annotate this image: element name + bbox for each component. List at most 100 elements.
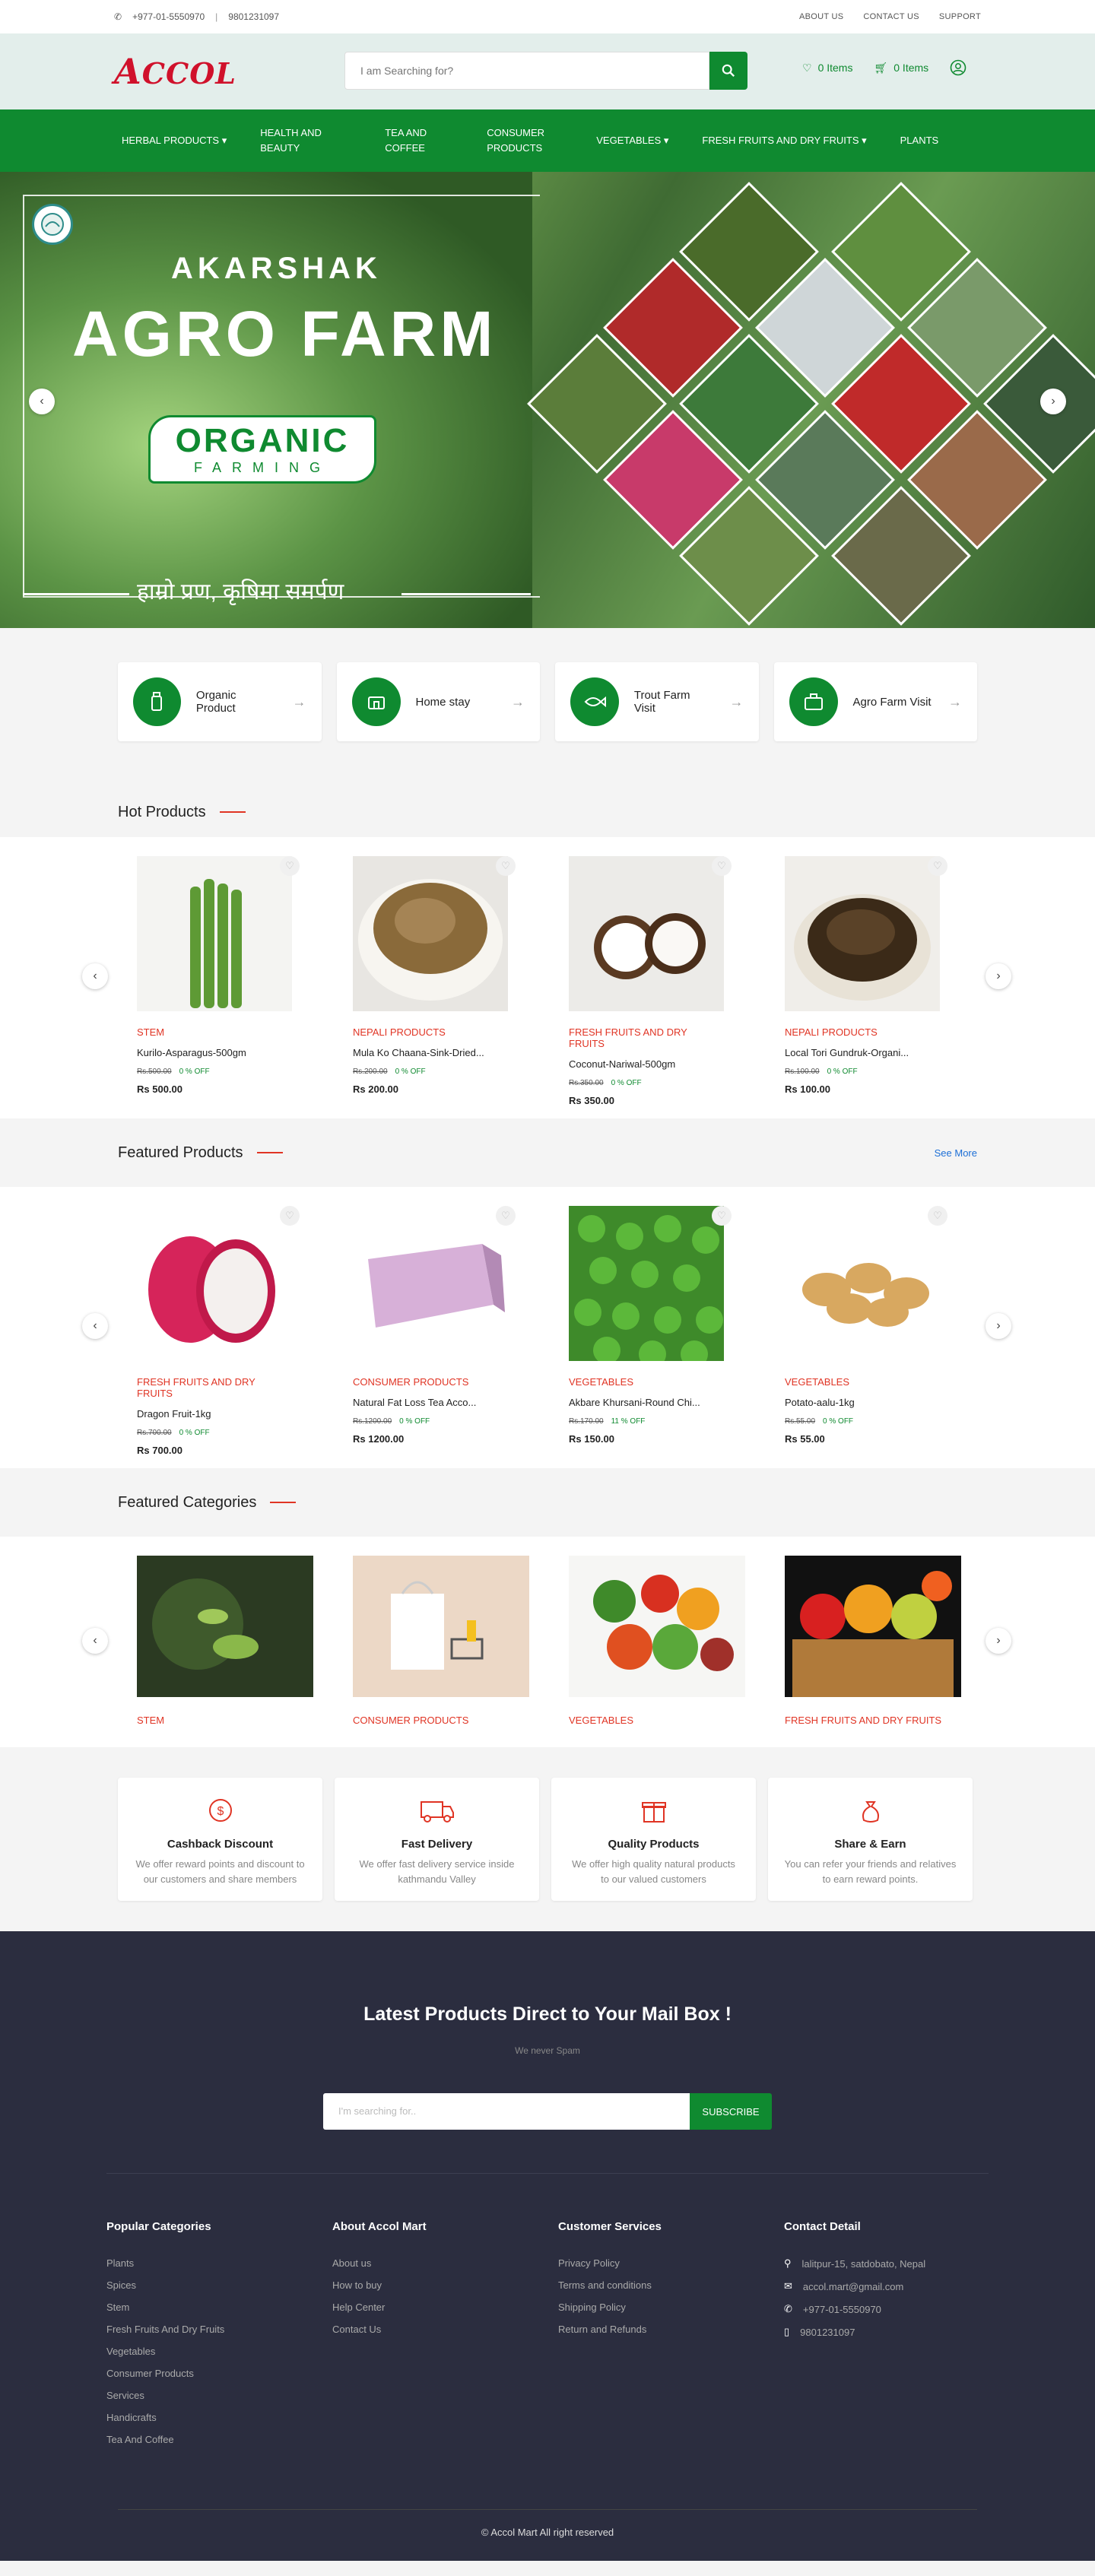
newsletter-input[interactable]: I'm searching for..: [323, 2093, 690, 2130]
category-card[interactable]: STEM: [137, 1556, 313, 1726]
footer-link[interactable]: Return and Refunds: [558, 2324, 784, 2335]
product-image-dragon-fruit[interactable]: ♡: [137, 1206, 300, 1361]
wishlist-heart-icon[interactable]: ♡: [712, 856, 732, 876]
wishlist-heart-icon[interactable]: ♡: [928, 856, 947, 876]
product-card[interactable]: ♡ CONSUMER PRODUCTS Natural Fat Loss Tea…: [353, 1206, 516, 1456]
product-image-mula[interactable]: ♡: [353, 856, 516, 1011]
category-card[interactable]: FRESH FRUITS AND DRY FRUITS: [785, 1556, 961, 1726]
product-name[interactable]: Kurilo-Asparagus-500gm: [137, 1047, 292, 1058]
carousel-prev-button[interactable]: ‹: [82, 963, 108, 989]
carousel-prev-button[interactable]: ‹: [82, 1313, 108, 1339]
footer-link[interactable]: Shipping Policy: [558, 2302, 784, 2313]
footer-link[interactable]: Spices: [106, 2279, 332, 2291]
product-image-gundruk[interactable]: ♡: [785, 856, 947, 1011]
about-us-link[interactable]: ABOUT US: [799, 12, 843, 21]
nav-health-beauty[interactable]: HEALTH AND BEAUTY: [260, 125, 351, 156]
discount: 11 % OFF: [611, 1417, 646, 1426]
product-name[interactable]: Coconut-Nariwal-500gm: [569, 1058, 724, 1070]
footer-link[interactable]: Stem: [106, 2302, 332, 2313]
product-image-asparagus[interactable]: ♡: [137, 856, 300, 1011]
nav-vegetables[interactable]: VEGETABLES ▾: [596, 133, 668, 148]
footer-link[interactable]: Fresh Fruits And Dry Fruits: [106, 2324, 332, 2335]
footer-link[interactable]: Contact Us: [332, 2324, 558, 2335]
product-card[interactable]: ♡ VEGETABLES Akbare Khursani-Round Chi..…: [569, 1206, 732, 1456]
nav-plants[interactable]: PLANTS: [900, 133, 939, 148]
product-name[interactable]: Akbare Khursani-Round Chi...: [569, 1397, 724, 1408]
footer-link[interactable]: Consumer Products: [106, 2368, 332, 2379]
category-label[interactable]: VEGETABLES: [569, 1715, 745, 1726]
product-name[interactable]: Mula Ko Chaana-Sink-Dried...: [353, 1047, 508, 1058]
product-name[interactable]: Local Tori Gundruk-Organi...: [785, 1047, 940, 1058]
carousel-prev-button[interactable]: ‹: [82, 1628, 108, 1654]
category-label[interactable]: FRESH FRUITS AND DRY FRUITS: [785, 1715, 961, 1726]
footer-link[interactable]: Help Center: [332, 2302, 558, 2313]
contact-mobile[interactable]: ▯ 9801231097: [784, 2326, 1010, 2338]
product-category[interactable]: FRESH FRUITS AND DRY FRUITS: [569, 1026, 724, 1049]
nav-herbal-products[interactable]: HERBAL PRODUCTS ▾: [122, 133, 227, 148]
product-category[interactable]: FRESH FRUITS AND DRY FRUITS: [137, 1376, 292, 1399]
wishlist-heart-icon[interactable]: ♡: [712, 1206, 732, 1226]
product-card[interactable]: ♡ NEPALI PRODUCTS Mula Ko Chaana-Sink-Dr…: [353, 856, 516, 1106]
carousel-next-button[interactable]: ›: [986, 1313, 1011, 1339]
product-name[interactable]: Potato-aalu-1kg: [785, 1397, 940, 1408]
product-category[interactable]: NEPALI PRODUCTS: [353, 1026, 508, 1038]
category-card[interactable]: VEGETABLES: [569, 1556, 745, 1726]
wishlist-heart-icon[interactable]: ♡: [496, 1206, 516, 1226]
product-name[interactable]: Dragon Fruit-1kg: [137, 1408, 292, 1420]
product-card[interactable]: ♡ VEGETABLES Potato-aalu-1kg Rs.55.00 0 %…: [785, 1206, 947, 1456]
contact-us-link[interactable]: CONTACT US: [863, 12, 919, 21]
product-image-fat-loss-tea[interactable]: ♡: [353, 1206, 516, 1361]
footer-link[interactable]: About us: [332, 2257, 558, 2269]
category-label[interactable]: STEM: [137, 1715, 313, 1726]
footer-link[interactable]: Plants: [106, 2257, 332, 2269]
product-category[interactable]: CONSUMER PRODUCTS: [353, 1376, 508, 1388]
wishlist-heart-icon[interactable]: ♡: [280, 1206, 300, 1226]
footer-link[interactable]: Tea And Coffee: [106, 2434, 332, 2445]
product-image-coconut[interactable]: ♡: [569, 856, 732, 1011]
carousel-next-button[interactable]: ›: [986, 1628, 1011, 1654]
product-card[interactable]: ♡ FRESH FRUITS AND DRY FRUITS Dragon Fru…: [137, 1206, 300, 1456]
nav-tea-coffee[interactable]: TEA AND COFFEE: [385, 125, 453, 156]
product-category[interactable]: STEM: [137, 1026, 292, 1038]
wishlist-heart-icon[interactable]: ♡: [280, 856, 300, 876]
slider-prev-button[interactable]: ‹: [29, 389, 55, 414]
carousel-next-button[interactable]: ›: [986, 963, 1011, 989]
footer-link[interactable]: Privacy Policy: [558, 2257, 784, 2269]
card-trout-farm[interactable]: Trout Farm Visit →: [555, 662, 759, 741]
footer-link[interactable]: Services: [106, 2390, 332, 2401]
category-card[interactable]: CONSUMER PRODUCTS: [353, 1556, 529, 1726]
card-organic-product[interactable]: Organic Product →: [118, 662, 322, 741]
product-image-potato[interactable]: ♡: [785, 1206, 947, 1361]
product-name[interactable]: Natural Fat Loss Tea Acco...: [353, 1397, 508, 1408]
nav-consumer-products[interactable]: CONSUMER PRODUCTS: [487, 125, 563, 156]
card-agro-farm[interactable]: Agro Farm Visit →: [773, 662, 977, 741]
product-category[interactable]: NEPALI PRODUCTS: [785, 1026, 940, 1038]
product-card[interactable]: ♡ NEPALI PRODUCTS Local Tori Gundruk-Org…: [785, 856, 947, 1106]
cart-button[interactable]: 🛒︎ 0 Items: [874, 62, 928, 75]
product-image-khursani[interactable]: ♡: [569, 1206, 732, 1368]
support-link[interactable]: SUPPORT: [939, 12, 981, 21]
wishlist-heart-icon[interactable]: ♡: [928, 1206, 947, 1226]
product-card[interactable]: ♡ FRESH FRUITS AND DRY FRUITS Coconut-Na…: [569, 856, 732, 1106]
wishlist-button[interactable]: ♡ 0 Items: [802, 62, 852, 75]
search-button[interactable]: [709, 52, 747, 90]
nav-fresh-fruits[interactable]: FRESH FRUITS AND DRY FRUITS ▾: [702, 133, 866, 148]
footer-link[interactable]: Terms and conditions: [558, 2279, 784, 2291]
contact-phone[interactable]: ✆ +977-01-5550970: [784, 2303, 1010, 2315]
card-home-stay[interactable]: Home stay →: [336, 662, 540, 741]
search-input[interactable]: [344, 52, 709, 90]
footer-link[interactable]: Vegetables: [106, 2346, 332, 2357]
footer-link[interactable]: Handicrafts: [106, 2412, 332, 2423]
wishlist-heart-icon[interactable]: ♡: [496, 856, 516, 876]
slider-next-button[interactable]: ›: [1040, 389, 1066, 414]
subscribe-button[interactable]: SUBSCRIBE: [690, 2093, 772, 2130]
product-category[interactable]: VEGETABLES: [785, 1376, 940, 1388]
see-more-link[interactable]: See More: [935, 1147, 977, 1159]
account-button[interactable]: [950, 59, 966, 76]
product-card[interactable]: ♡ STEM Kurilo-Asparagus-500gm Rs.500.00 0…: [137, 856, 300, 1106]
site-logo[interactable]: ACCOL: [114, 51, 342, 92]
footer-link[interactable]: How to buy: [332, 2279, 558, 2291]
category-label[interactable]: CONSUMER PRODUCTS: [353, 1715, 529, 1726]
contact-email[interactable]: ✉ accol.mart@gmail.com: [784, 2280, 1010, 2292]
product-category[interactable]: VEGETABLES: [569, 1376, 724, 1388]
